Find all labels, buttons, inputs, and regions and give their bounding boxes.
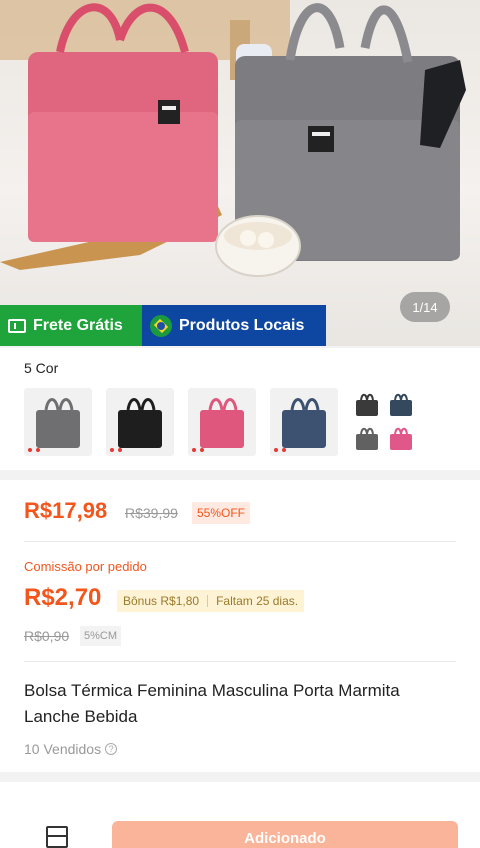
pink-bag-icon [200, 398, 244, 448]
original-price: R$39,99 [125, 505, 178, 521]
sold-count: 10 Vendidos ? [24, 741, 118, 757]
discount-badge: 55%OFF [192, 502, 251, 524]
brazil-flag-icon [150, 314, 172, 337]
bonus-amount: Bônus R$1,80 [123, 594, 200, 608]
help-icon[interactable]: ? [105, 743, 118, 755]
commission-label: Comissão por pedido [24, 559, 147, 574]
days-left: Faltam 25 dias. [216, 594, 299, 608]
bonus-badge: Bônus R$1,80 Faltam 25 dias. [117, 590, 305, 612]
sold-label: 10 Vendidos [24, 741, 102, 757]
store-icon[interactable] [46, 826, 68, 848]
color-thumb-pink[interactable] [188, 388, 256, 456]
gray-bag-icon [36, 398, 80, 448]
color-thumb-gray[interactable] [24, 388, 92, 456]
mini-swatch-pink[interactable] [387, 424, 415, 452]
price-section: R$17,98 R$39,99 55%OFF Comissão por pedi… [0, 480, 480, 772]
bonus-divider [207, 595, 209, 607]
commission-old: R$0,90 [24, 628, 70, 644]
local-products-label: Produtos Locais [179, 316, 305, 334]
current-price: R$17,98 [24, 498, 108, 523]
mini-swatch-gray[interactable] [353, 424, 381, 452]
navy-bag-icon [282, 398, 326, 448]
image-counter: 1/14 [400, 292, 450, 322]
bottom-action-bar: Adicionado [0, 782, 480, 848]
product-image-carousel[interactable]: 1/14 Frete Grátis Produtos Locais [0, 0, 480, 346]
commission-rate-tag: 5%CM [80, 626, 122, 646]
black-bag-icon [118, 398, 162, 448]
local-products-badge: Produtos Locais [142, 305, 326, 346]
color-thumb-black[interactable] [106, 388, 174, 456]
mini-swatch-dark[interactable] [353, 390, 381, 418]
free-shipping-badge: Frete Grátis [0, 305, 142, 346]
divider [24, 541, 456, 542]
color-thumb-navy[interactable] [270, 388, 338, 456]
add-to-showcase-button[interactable]: Adicionado [112, 821, 458, 848]
product-title: Bolsa Térmica Feminina Masculina Porta M… [24, 681, 400, 726]
free-shipping-icon [8, 318, 26, 333]
color-count-label: 5 Cor [24, 360, 59, 376]
commission-value: R$2,70 [24, 584, 102, 611]
color-selector: 5 Cor [0, 348, 480, 470]
divider [24, 661, 456, 662]
free-shipping-label: Frete Grátis [33, 316, 123, 334]
mini-swatch-slate[interactable] [387, 390, 415, 418]
